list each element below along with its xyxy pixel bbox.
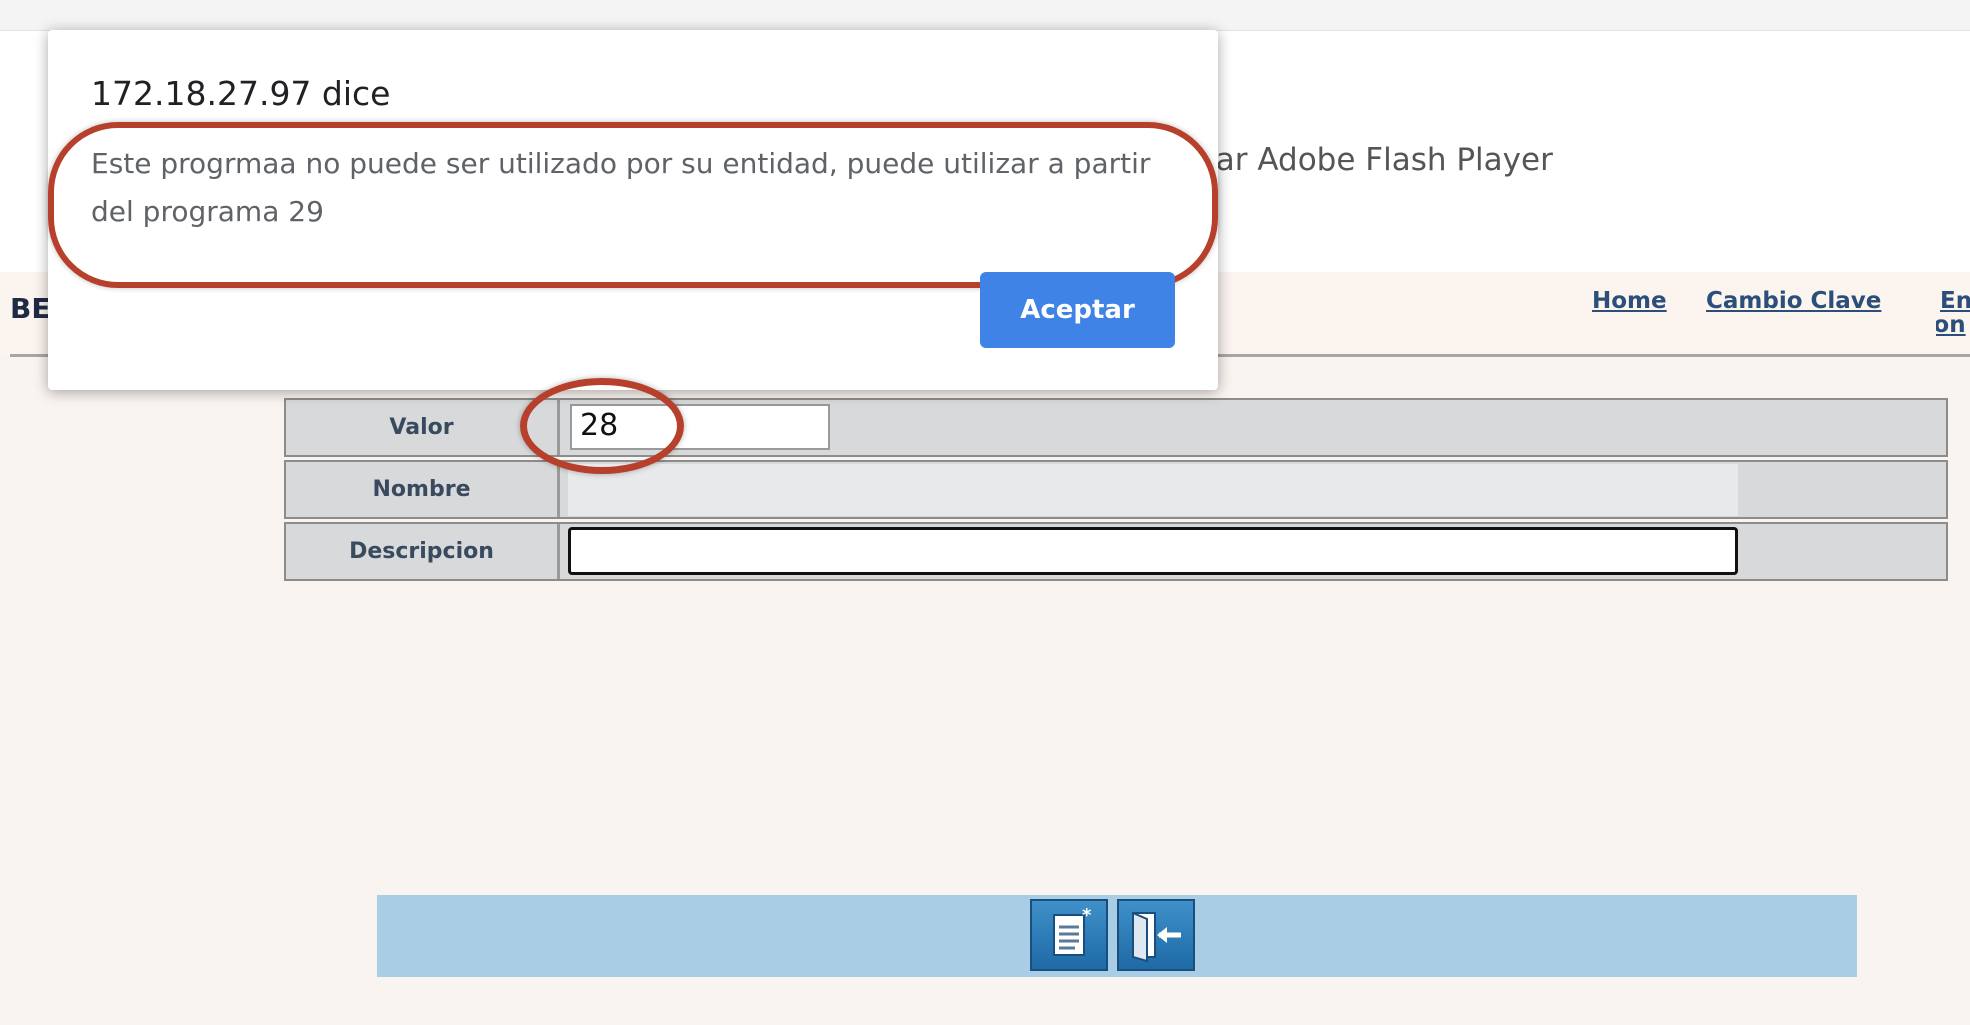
nav-truncated-line1: En xyxy=(1940,288,1970,314)
nav-cambio-clave-link[interactable]: Cambio Clave xyxy=(1706,288,1881,314)
valor-highlight-annotation xyxy=(520,378,684,474)
nav-truncated-link[interactable]: En (Con xyxy=(1936,288,1970,338)
flash-player-notice: itar Adobe Flash Player xyxy=(1195,142,1553,178)
message-highlight-annotation xyxy=(48,122,1218,288)
new-document-icon: * xyxy=(1053,905,1092,956)
nav-truncated-line2: (Con xyxy=(1936,312,1966,338)
alert-dialog: 172.18.27.97 dice Este progrmaa no puede… xyxy=(48,30,1218,390)
accept-button[interactable]: Aceptar xyxy=(980,272,1175,348)
exit-button[interactable] xyxy=(1117,899,1195,971)
nombre-field xyxy=(568,464,1738,516)
dialog-origin: 172.18.27.97 dice xyxy=(91,74,391,113)
bottom-toolbar: * xyxy=(377,895,1857,977)
new-record-button[interactable]: * xyxy=(1030,899,1108,971)
nav-home-link[interactable]: Home xyxy=(1592,288,1667,314)
bank-label: BE xyxy=(10,292,51,325)
exit-door-icon xyxy=(1132,911,1181,963)
browser-top-strip xyxy=(0,0,1970,30)
svg-text:*: * xyxy=(1082,905,1092,926)
valor-label: Valor xyxy=(286,400,560,455)
descripcion-label: Descripcion xyxy=(286,524,560,579)
descripcion-input[interactable] xyxy=(568,527,1738,575)
nombre-label: Nombre xyxy=(286,462,560,517)
form-row-nombre: Nombre xyxy=(284,460,1948,519)
form-row-descripcion: Descripcion xyxy=(284,522,1948,581)
